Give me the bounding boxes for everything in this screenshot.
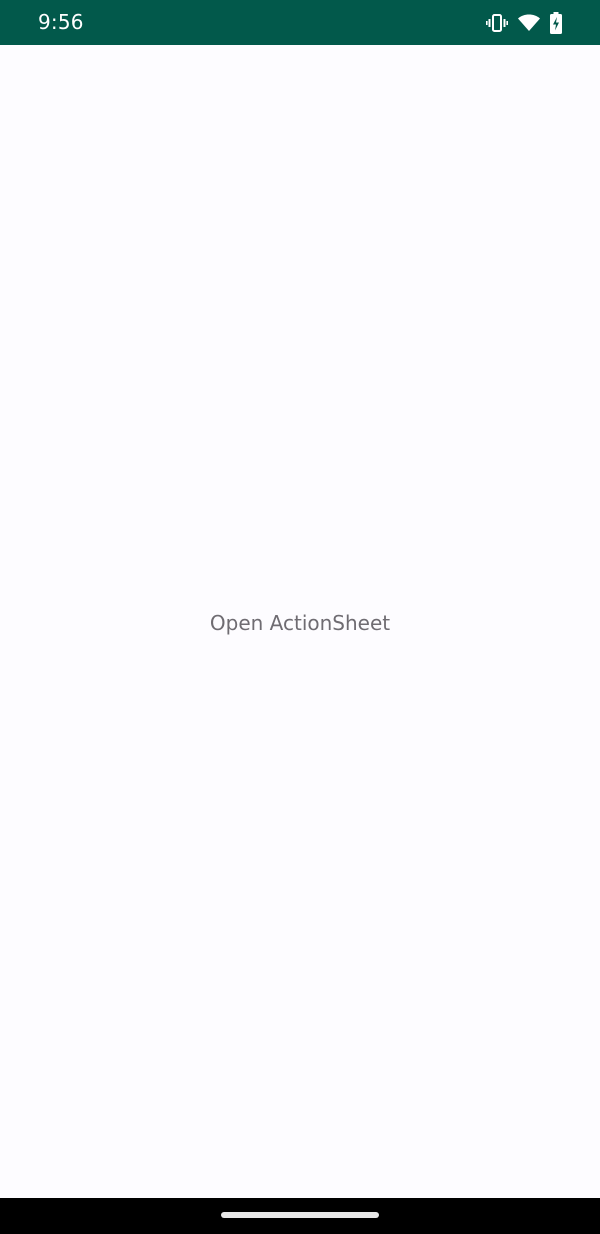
status-bar: 9:56 xyxy=(0,0,600,45)
open-actionsheet-button[interactable]: Open ActionSheet xyxy=(0,605,600,641)
status-time: 9:56 xyxy=(38,10,84,34)
home-handle[interactable] xyxy=(221,1212,379,1218)
battery-charging-icon xyxy=(550,12,562,34)
vibrate-icon xyxy=(486,13,508,33)
status-icons xyxy=(486,12,562,34)
main-content: Open ActionSheet xyxy=(0,45,600,1198)
navigation-bar xyxy=(0,1198,600,1234)
wifi-icon xyxy=(518,14,540,32)
